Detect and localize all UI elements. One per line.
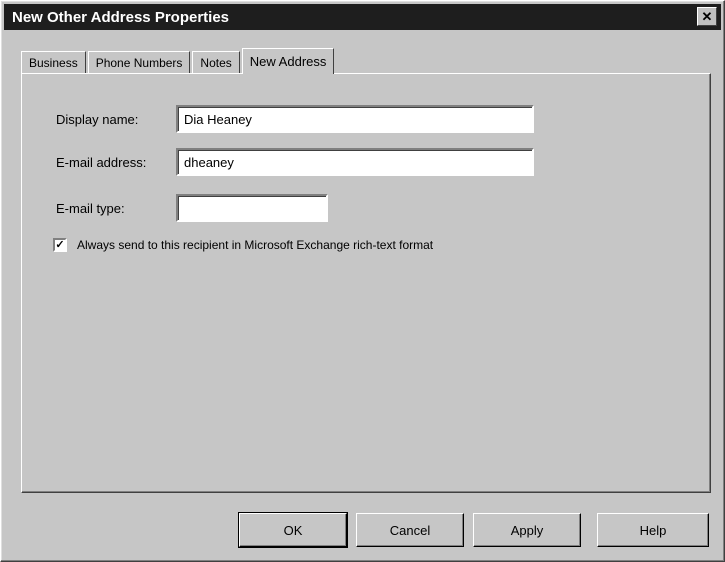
tab-notes[interactable]: Notes xyxy=(192,51,240,73)
rich-text-checkbox[interactable]: ✓ xyxy=(53,238,67,252)
ok-button[interactable]: OK xyxy=(238,512,348,548)
tab-business[interactable]: Business xyxy=(21,51,86,73)
email-type-label: E-mail type: xyxy=(56,200,125,216)
email-address-label: E-mail address: xyxy=(56,154,147,170)
cancel-button[interactable]: Cancel xyxy=(356,513,464,547)
rich-text-label: Always send to this recipient in Microso… xyxy=(77,238,434,252)
tab-strip: Business Phone Numbers Notes New Address xyxy=(21,47,336,74)
email-address-field[interactable] xyxy=(176,148,534,176)
checkmark-icon: ✓ xyxy=(55,238,65,251)
close-icon: ✕ xyxy=(701,9,713,24)
tab-panel xyxy=(21,73,711,493)
apply-button[interactable]: Apply xyxy=(473,513,581,547)
help-button[interactable]: Help xyxy=(597,513,709,547)
close-button[interactable]: ✕ xyxy=(697,7,717,26)
tab-phone-numbers[interactable]: Phone Numbers xyxy=(87,51,191,73)
display-name-label: Display name: xyxy=(56,111,139,127)
properties-dialog: New Other Address Properties ✕ Business … xyxy=(0,0,725,562)
display-name-field[interactable] xyxy=(176,105,534,133)
window-title: New Other Address Properties xyxy=(12,8,230,26)
title-bar[interactable]: New Other Address Properties ✕ xyxy=(4,4,721,30)
rich-text-row: ✓ Always send to this recipient in Micro… xyxy=(53,238,433,252)
email-address-row: E-mail address: xyxy=(56,148,534,176)
display-name-row: Display name: xyxy=(56,105,534,133)
tab-new-address[interactable]: New Address xyxy=(241,48,335,74)
email-type-field[interactable] xyxy=(176,194,328,222)
email-type-row: E-mail type: xyxy=(56,194,328,222)
